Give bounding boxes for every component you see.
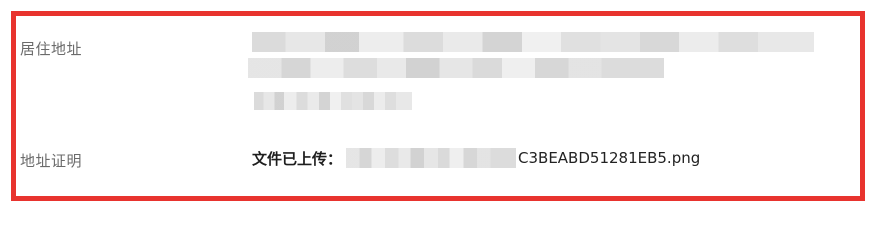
redacted-address-line-1 (252, 32, 814, 52)
address-proof-label: 地址证明 (20, 152, 83, 170)
residential-address-row: 居住地址 (16, 16, 860, 126)
address-proof-row: 地址证明 文件已上传： C3BEABD51281EB5.png (16, 126, 860, 196)
redacted-address-line-2 (248, 58, 664, 78)
highlight-frame: 居住地址 地址证明 文件已上传： C3BEABD51281EB5.png (11, 11, 865, 201)
file-uploaded-label: 文件已上传： (252, 149, 343, 168)
uploaded-file-info: 文件已上传： C3BEABD51281EB5.png (252, 146, 700, 170)
redacted-filename (346, 148, 517, 168)
redacted-filename-block (346, 148, 517, 168)
uploaded-filename-link[interactable]: C3BEABD51281EB5.png (518, 149, 700, 167)
redacted-address-line-3 (254, 92, 412, 110)
residential-address-label: 居住地址 (20, 40, 83, 58)
